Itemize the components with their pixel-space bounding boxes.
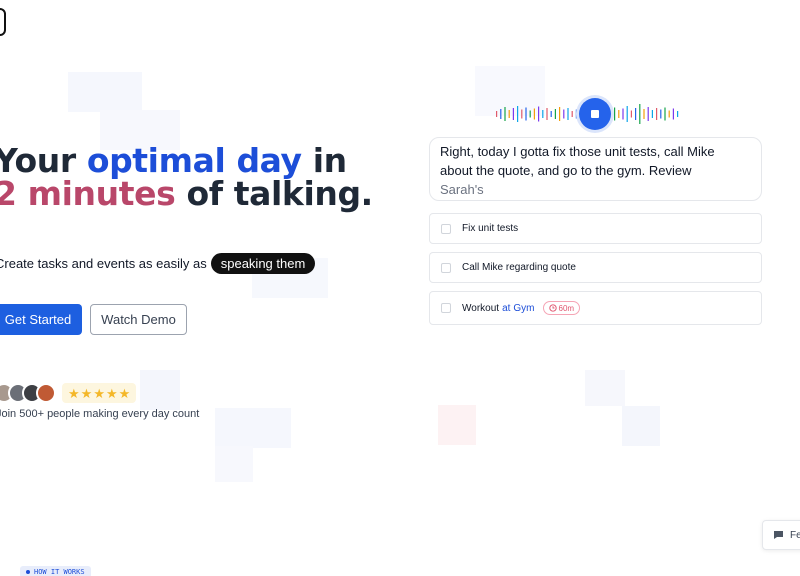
duration-label: 60m bbox=[558, 303, 575, 313]
star-icon: ★ bbox=[93, 385, 105, 401]
feedback-label: Fe bbox=[790, 529, 800, 541]
waveform-bar bbox=[517, 106, 519, 122]
waveform-bar bbox=[672, 108, 674, 120]
waveform-bar bbox=[614, 107, 616, 121]
transcript-line: about the quote, and go to the gym. Revi… bbox=[440, 163, 692, 178]
rating-stars: ★ ★ ★ ★ ★ bbox=[62, 383, 137, 403]
transcript-line: Sarah's bbox=[440, 182, 484, 197]
task-label: Call Mike regarding quote bbox=[462, 262, 576, 273]
feedback-button[interactable]: Fe bbox=[762, 520, 800, 550]
background-block bbox=[68, 72, 142, 112]
avatar-group bbox=[0, 383, 56, 403]
transcript-line: Right, today I gotta fix those unit test… bbox=[440, 144, 715, 159]
section-badge: HOW IT WORKS bbox=[20, 566, 91, 576]
task-checkbox[interactable] bbox=[441, 303, 451, 313]
waveform-bar bbox=[677, 111, 679, 117]
waveform-bar bbox=[538, 106, 540, 122]
waveform-bar bbox=[521, 109, 523, 119]
waveform-bar bbox=[656, 108, 658, 120]
star-icon: ★ bbox=[80, 385, 93, 401]
star-icon: ★ bbox=[118, 385, 131, 401]
waveform-bar bbox=[618, 110, 620, 118]
get-started-button[interactable]: Get Started bbox=[0, 304, 82, 335]
social-proof-text: Join 500+ people making every day count bbox=[0, 408, 200, 420]
star-icon: ★ bbox=[105, 385, 118, 401]
task-item[interactable]: Call Mike regarding quote bbox=[429, 252, 762, 283]
waveform-bar bbox=[550, 111, 552, 117]
waveform-bar bbox=[622, 108, 624, 120]
waveform-bar bbox=[643, 109, 645, 119]
hero-subtitle: Create tasks and events as easily as spe… bbox=[0, 253, 316, 274]
waveform-bar bbox=[563, 109, 565, 119]
hero-highlight: 2 minutes bbox=[0, 174, 176, 213]
waveform-bar bbox=[571, 111, 573, 117]
section-badge-label: HOW IT WORKS bbox=[34, 568, 85, 576]
waveform-bar bbox=[668, 110, 670, 118]
waveform-bar bbox=[647, 107, 649, 121]
waveform-bar bbox=[660, 109, 662, 119]
waveform-bar bbox=[554, 109, 556, 119]
background-block bbox=[140, 370, 180, 410]
speaking-pill: speaking them bbox=[210, 253, 316, 274]
waveform-bar bbox=[546, 108, 548, 120]
waveform-bar bbox=[504, 107, 506, 121]
logo[interactable] bbox=[0, 8, 6, 36]
waveform-bar bbox=[512, 108, 514, 120]
dot-icon bbox=[26, 570, 30, 574]
waveform-bar bbox=[533, 108, 535, 120]
watch-demo-button[interactable]: Watch Demo bbox=[90, 304, 187, 335]
background-block bbox=[215, 408, 291, 448]
waveform-bar bbox=[626, 106, 628, 122]
waveform-bar bbox=[559, 107, 561, 121]
stop-recording-button[interactable] bbox=[579, 98, 611, 130]
stop-icon bbox=[591, 110, 599, 118]
task-item[interactable]: Fix unit tests bbox=[429, 213, 762, 244]
task-item[interactable]: Workout at Gym 60m bbox=[429, 291, 762, 325]
waveform-bar bbox=[567, 108, 569, 120]
hero-heading: Your optimal day in 2 minutes of talking… bbox=[0, 144, 373, 210]
background-block bbox=[585, 370, 625, 406]
clock-icon bbox=[548, 304, 557, 312]
waveform-bar bbox=[639, 104, 641, 124]
background-block bbox=[622, 406, 660, 446]
task-checkbox[interactable] bbox=[441, 223, 451, 234]
waveform-bar bbox=[496, 111, 498, 117]
subtitle-text: Create tasks and events as easily as bbox=[0, 256, 207, 271]
star-icon: ★ bbox=[68, 385, 80, 401]
task-checkbox[interactable] bbox=[441, 262, 451, 273]
background-block bbox=[215, 446, 253, 482]
transcript-box: Right, today I gotta fix those unit test… bbox=[429, 137, 762, 201]
waveform-bar bbox=[651, 110, 653, 118]
waveform-bar bbox=[630, 110, 632, 118]
task-location: Gym bbox=[513, 302, 535, 314]
background-block bbox=[438, 405, 476, 445]
task-label: Fix unit tests bbox=[462, 223, 519, 234]
waveform-bar bbox=[525, 107, 527, 121]
task-label: Workout bbox=[462, 302, 500, 314]
waveform-bar bbox=[664, 107, 666, 121]
avatar bbox=[36, 383, 56, 403]
waveform-bar bbox=[508, 110, 510, 118]
task-at: at bbox=[502, 302, 511, 314]
hero-text: of talking. bbox=[186, 174, 373, 213]
waveform-bar bbox=[635, 108, 637, 120]
chat-icon bbox=[774, 531, 783, 539]
waveform-bar bbox=[500, 109, 502, 119]
duration-badge: 60m bbox=[542, 301, 581, 315]
waveform-bar bbox=[542, 110, 544, 118]
waveform-bar bbox=[529, 110, 531, 118]
waveform-bar bbox=[575, 109, 577, 119]
